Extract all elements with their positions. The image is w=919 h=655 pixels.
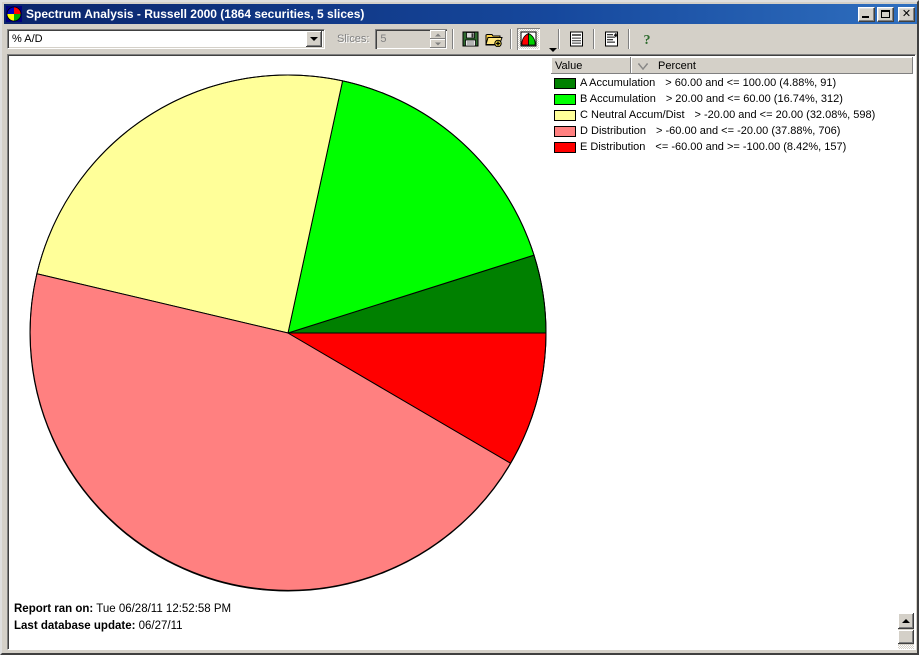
pie-chart-icon <box>520 31 537 47</box>
toolbar-separator <box>558 29 561 49</box>
legend-item[interactable]: E Distribution <= -60.00 and >= -100.00 … <box>551 139 913 155</box>
legend-swatch <box>554 77 576 89</box>
toolbar-separator <box>628 29 631 49</box>
spectrum-analysis-window: Spectrum Analysis - Russell 2000 (1864 s… <box>0 0 919 655</box>
vertical-scrollbar[interactable] <box>898 613 914 649</box>
indicator-select-value: % A/D <box>12 33 43 45</box>
legend-item-range: > 60.00 and <= 100.00 (4.88%, 91) <box>665 77 837 89</box>
toolbar: % A/D Slices: 5 ? <box>4 26 917 52</box>
chart-type-dropdown[interactable] <box>540 28 558 52</box>
legend-item-label: D Distribution <box>580 125 647 137</box>
slices-value: 5 <box>380 33 387 45</box>
report-canvas: Value Percent A Accumulation > 60.00 and… <box>7 54 916 650</box>
close-button[interactable]: ✕ <box>898 6 915 22</box>
open-add-button[interactable] <box>482 28 505 50</box>
triangle-up-icon <box>902 619 910 623</box>
toolbar-separator <box>593 29 596 49</box>
folder-add-icon <box>485 34 503 47</box>
legend-item-label: E Distribution <box>580 141 646 153</box>
list-report-icon <box>570 31 584 47</box>
toolbar-separator <box>452 29 455 49</box>
question-mark-icon: ? <box>643 33 650 47</box>
legend-item-range: > 20.00 and <= 60.00 (16.74%, 312) <box>665 93 843 105</box>
legend-column-percent-label: Percent <box>658 59 696 72</box>
report-footer: Report ran on: Tue 06/28/11 12:52:58 PM … <box>14 601 231 635</box>
legend-header: Value Percent <box>551 57 913 74</box>
legend-swatch <box>554 141 576 153</box>
legend-column-value[interactable]: Value <box>551 57 631 74</box>
sort-descending-icon <box>638 62 648 69</box>
chevron-down-icon <box>549 48 558 52</box>
slices-decrement-button[interactable] <box>430 39 447 48</box>
legend-swatch <box>554 109 576 121</box>
pie-chart-view-button[interactable] <box>517 28 541 50</box>
close-icon: ✕ <box>901 7 912 20</box>
floppy-disk-icon <box>462 31 479 47</box>
legend-item[interactable]: D Distribution > -60.00 and <= -20.00 (3… <box>551 123 913 139</box>
legend-item-range: > -60.00 and <= -20.00 (37.88%, 706) <box>656 125 841 137</box>
detail-report-button[interactable] <box>600 28 623 50</box>
save-button[interactable] <box>459 28 482 50</box>
legend-item[interactable]: C Neutral Accum/Dist > -20.00 and <= 20.… <box>551 107 913 123</box>
window-title: Spectrum Analysis - Russell 2000 (1864 s… <box>26 7 365 21</box>
legend-item-label: B Accumulation <box>580 93 656 105</box>
svg-text:?: ? <box>643 33 650 47</box>
legend-item[interactable]: B Accumulation > 20.00 and <= 60.00 (16.… <box>551 91 913 107</box>
slices-label: Slices: <box>337 33 370 45</box>
maximize-button[interactable] <box>877 6 894 22</box>
help-button[interactable]: ? <box>635 28 658 50</box>
pie-chart-app-icon[interactable] <box>6 6 22 22</box>
scrollbar-track[interactable] <box>898 645 914 649</box>
list-report-button[interactable] <box>565 28 588 50</box>
legend-item-label: C Neutral Accum/Dist <box>580 109 685 121</box>
legend-item-label: A Accumulation <box>580 77 656 89</box>
last-update-label: Last database update: <box>14 620 136 632</box>
indicator-select[interactable]: % A/D <box>7 29 325 49</box>
scroll-up-button[interactable] <box>898 613 914 629</box>
legend-column-percent[interactable]: Percent <box>631 57 913 74</box>
slices-increment-button[interactable] <box>430 30 447 39</box>
legend-rows: A Accumulation > 60.00 and <= 100.00 (4.… <box>551 74 913 155</box>
scrollbar-thumb[interactable] <box>898 630 914 644</box>
legend-column-value-label: Value <box>555 59 583 72</box>
window-controls: ✕ <box>858 6 915 22</box>
title-bar[interactable]: Spectrum Analysis - Russell 2000 (1864 s… <box>4 4 917 24</box>
report-ran-value: Tue 06/28/11 12:52:58 PM <box>96 603 232 615</box>
legend-item[interactable]: A Accumulation > 60.00 and <= 100.00 (4.… <box>551 75 913 91</box>
report-ran-label: Report ran on: <box>14 603 94 615</box>
last-update-line: Last database update: 06/27/11 <box>14 618 231 635</box>
minimize-button[interactable] <box>858 6 875 22</box>
pie-chart[interactable] <box>28 73 548 593</box>
legend: Value Percent A Accumulation > 60.00 and… <box>551 57 913 167</box>
legend-swatch <box>554 125 576 137</box>
chevron-down-icon[interactable] <box>306 31 322 47</box>
last-update-value: 06/27/11 <box>138 620 183 632</box>
slices-stepper[interactable]: 5 <box>375 29 448 49</box>
legend-swatch <box>554 93 576 105</box>
legend-item-range: <= -60.00 and >= -100.00 (8.42%, 157) <box>655 141 847 153</box>
slices-spinner[interactable] <box>430 30 447 48</box>
report-ran-line: Report ran on: Tue 06/28/11 12:52:58 PM <box>14 601 231 618</box>
toolbar-separator <box>510 29 513 49</box>
detail-report-icon <box>604 31 618 47</box>
legend-item-range: > -20.00 and <= 20.00 (32.08%, 598) <box>694 109 876 121</box>
